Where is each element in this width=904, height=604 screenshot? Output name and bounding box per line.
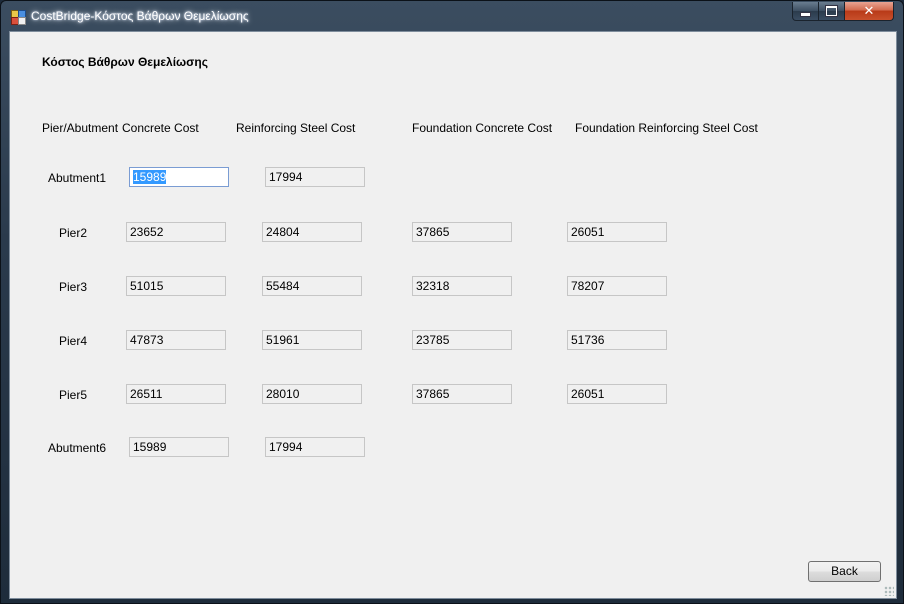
pier3-foundation-reinforcing-steel-cost-field[interactable]: 78207 (567, 276, 667, 296)
row-label-pier5: Pier5 (59, 388, 88, 402)
column-header-foundation-reinforcing-steel-cost: Foundation Reinforcing Steel Cost (575, 121, 758, 135)
column-header-pier-abutment: Pier/Abutment (42, 121, 119, 135)
row-label-pier4: Pier4 (59, 334, 88, 348)
close-button[interactable]: ✕ (844, 2, 894, 21)
pier3-concrete-cost-field[interactable]: 51015 (126, 276, 226, 296)
page-title: Κόστος Βάθρων Θεμελίωσης (42, 55, 208, 69)
back-button[interactable]: Back (808, 561, 881, 582)
pier4-concrete-cost-field[interactable]: 47873 (126, 330, 226, 350)
pier2-foundation-concrete-cost-field[interactable]: 37865 (412, 222, 512, 242)
pier4-foundation-reinforcing-steel-cost-field[interactable]: 51736 (567, 330, 667, 350)
app-icon[interactable] (11, 10, 26, 25)
pier5-reinforcing-steel-cost-field[interactable]: 28010 (262, 384, 362, 404)
row-label-pier3: Pier3 (59, 280, 88, 294)
abutment6-reinforcing-steel-cost-field[interactable]: 17994 (265, 437, 365, 457)
pier5-concrete-cost-field[interactable]: 26511 (126, 384, 226, 404)
pier2-foundation-reinforcing-steel-cost-field[interactable]: 26051 (567, 222, 667, 242)
pier2-reinforcing-steel-cost-field[interactable]: 24804 (262, 222, 362, 242)
abutment1-reinforcing-steel-cost-field[interactable]: 17994 (265, 167, 365, 187)
column-header-reinforcing-steel-cost: Reinforcing Steel Cost (236, 121, 356, 135)
close-icon: ✕ (863, 3, 875, 18)
window-title: CostBridge-Κόστος Βάθρων Θεμελίωσης (31, 9, 249, 23)
pier3-foundation-concrete-cost-field[interactable]: 32318 (412, 276, 512, 296)
resize-grip-icon[interactable] (884, 586, 894, 596)
minimize-button[interactable] (792, 2, 819, 21)
abutment6-concrete-cost-field[interactable]: 15989 (129, 437, 229, 457)
app-window: CostBridge-Κόστος Βάθρων Θεμελίωσης ✕ Κό… (0, 0, 904, 604)
column-header-concrete-cost: Concrete Cost (122, 121, 199, 135)
row-label-abutment6: Abutment6 (48, 441, 107, 455)
title-bar[interactable]: CostBridge-Κόστος Βάθρων Θεμελίωσης ✕ (1, 1, 903, 31)
pier5-foundation-reinforcing-steel-cost-field[interactable]: 26051 (567, 384, 667, 404)
form-client-area: Κόστος Βάθρων Θεμελίωσης Pier/Abutment C… (9, 31, 897, 599)
maximize-button[interactable] (818, 2, 845, 21)
pier4-reinforcing-steel-cost-field[interactable]: 51961 (262, 330, 362, 350)
pier3-reinforcing-steel-cost-field[interactable]: 55484 (262, 276, 362, 296)
column-header-foundation-concrete-cost: Foundation Concrete Cost (412, 121, 553, 135)
abutment1-concrete-cost-field[interactable]: 15989 (129, 167, 229, 187)
pier2-concrete-cost-field[interactable]: 23652 (126, 222, 226, 242)
minimize-icon (800, 12, 811, 17)
row-label-pier2: Pier2 (59, 226, 88, 240)
maximize-icon (826, 6, 837, 16)
pier5-foundation-concrete-cost-field[interactable]: 37865 (412, 384, 512, 404)
pier4-foundation-concrete-cost-field[interactable]: 23785 (412, 330, 512, 350)
row-label-abutment1: Abutment1 (48, 171, 107, 185)
